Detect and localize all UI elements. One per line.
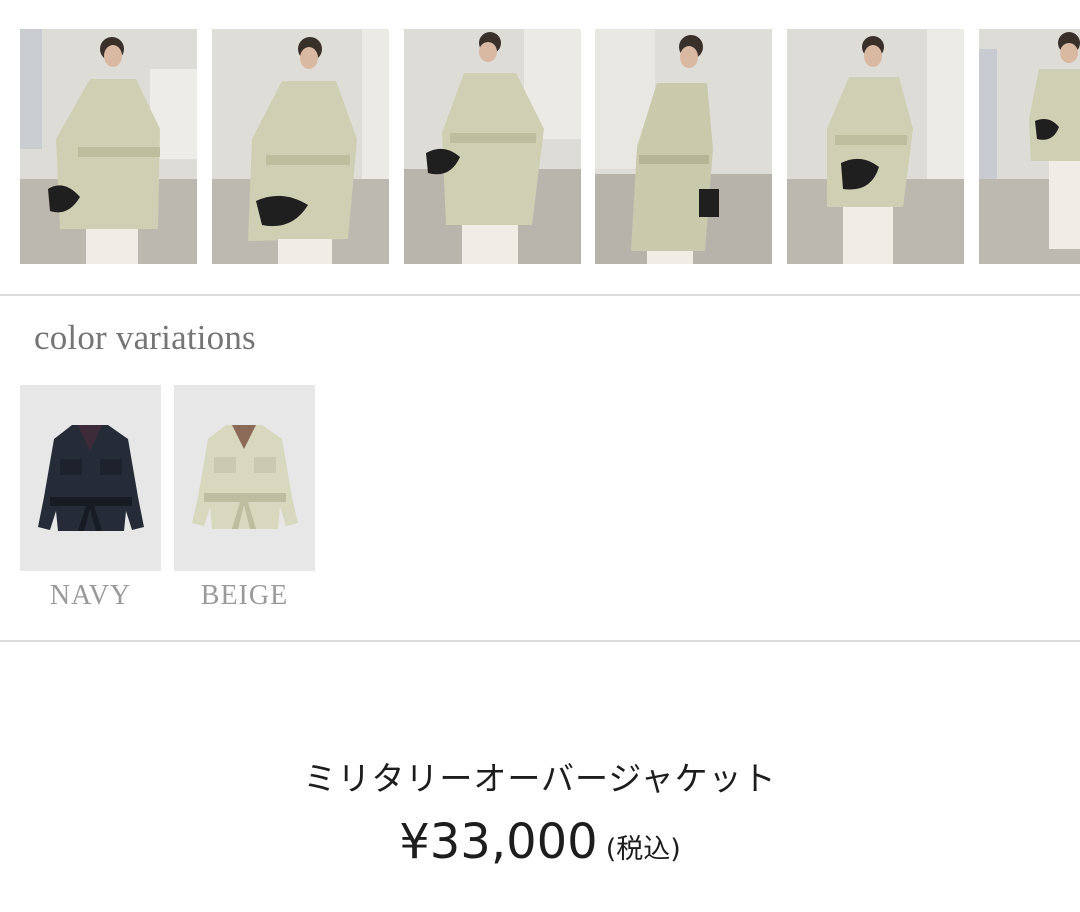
color-swatch-navy[interactable] [20, 385, 161, 571]
gallery-thumbnail-1[interactable] [20, 29, 197, 264]
color-variations-title: color variations [34, 318, 256, 357]
product-page: color variations NAVY BEIGE ミリタリーオーバージャケ… [0, 0, 1080, 912]
model-photo-icon [595, 29, 772, 264]
price-row: ¥33,000 (税込) [0, 814, 1080, 870]
price-tax-note: (税込) [605, 834, 681, 865]
model-photo-icon [979, 29, 1080, 264]
section-divider [0, 640, 1080, 642]
price-value: ¥33,000 [399, 814, 598, 870]
navy-jacket-icon [38, 425, 144, 531]
model-photo-icon [404, 29, 581, 264]
model-photo-icon [212, 29, 389, 264]
thumbnail-gallery[interactable] [0, 0, 1080, 296]
swatch-label-beige[interactable]: BEIGE [174, 580, 315, 612]
gallery-thumbnail-4[interactable] [595, 29, 772, 264]
product-name: ミリタリーオーバージャケット [303, 759, 777, 798]
color-swatch-beige[interactable] [174, 385, 315, 571]
model-photo-icon [787, 29, 964, 264]
gallery-thumbnail-3[interactable] [404, 29, 581, 264]
gallery-thumbnail-2[interactable] [212, 29, 389, 264]
beige-jacket-icon [192, 425, 298, 529]
section-divider [0, 294, 1080, 296]
gallery-thumbnail-6[interactable] [979, 29, 1080, 264]
model-photo-icon [20, 29, 197, 264]
gallery-thumbnail-5[interactable] [787, 29, 964, 264]
swatch-label-navy[interactable]: NAVY [20, 580, 161, 612]
